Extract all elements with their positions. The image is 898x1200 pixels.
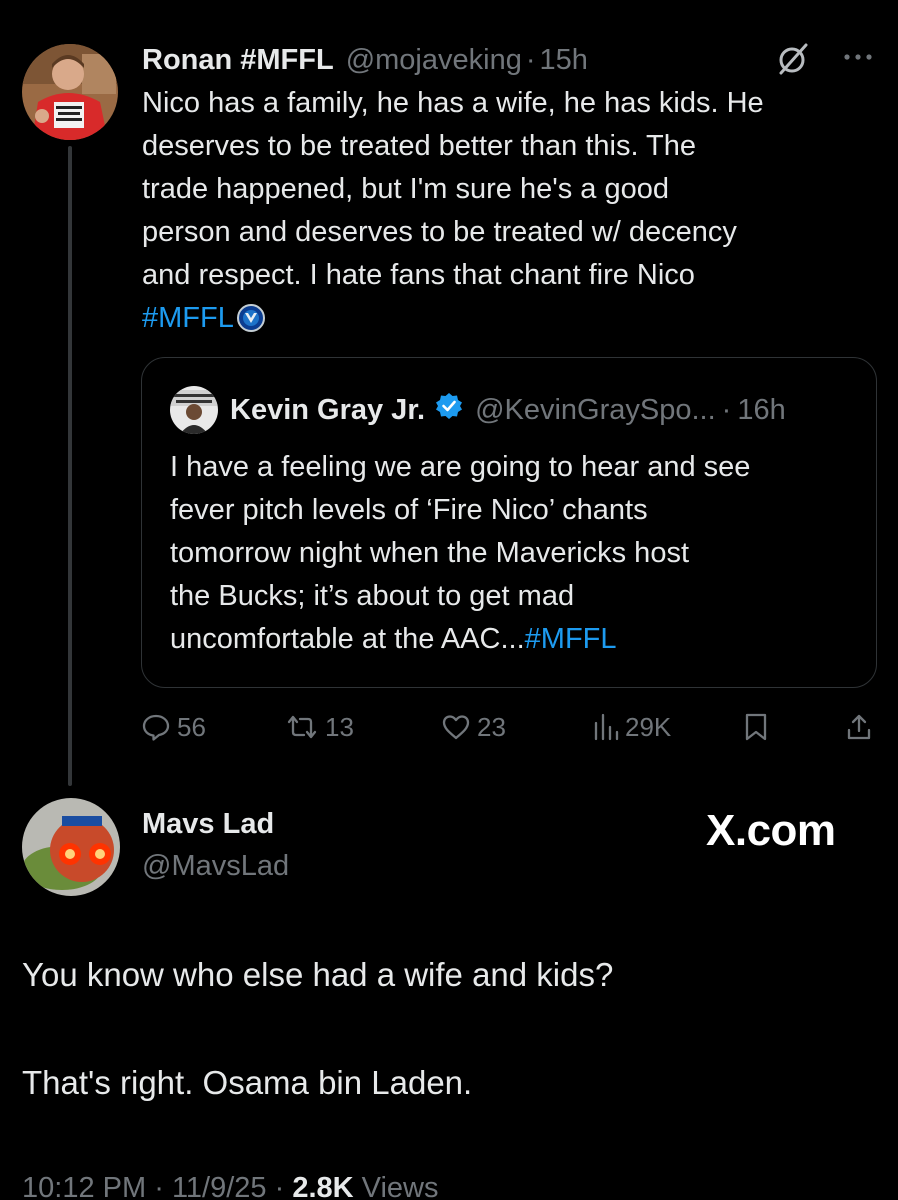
quoted-tweet-card[interactable]: Kevin Gray Jr. @KevinGraySpo... · 16h I … xyxy=(141,357,877,688)
reply-button[interactable]: 56 xyxy=(141,705,206,749)
x-com-watermark: X.com xyxy=(706,806,836,855)
reply-text-line-2: That's right. Osama bin Laden. xyxy=(22,1064,473,1101)
views-button[interactable]: 29K xyxy=(593,705,671,749)
verified-badge-icon xyxy=(435,392,463,428)
quoted-header-separator: · xyxy=(721,393,732,426)
quoted-text-line-4: the Bucks; it’s about to get mad xyxy=(170,580,575,612)
quoted-last-line-text: uncomfortable at the AAC... xyxy=(170,623,525,655)
views-count: 29K xyxy=(625,711,672,742)
quoted-text-line-1: I have a feeling we are going to hear an… xyxy=(170,451,751,483)
repost-button[interactable]: 13 xyxy=(285,705,354,749)
quoted-timestamp: 16h xyxy=(737,393,786,426)
analytics-icon xyxy=(593,712,619,742)
share-button[interactable] xyxy=(845,705,873,749)
quoted-text-line-2: fever pitch levels of ‘Fire Nico’ chants xyxy=(170,494,648,526)
reply-count: 56 xyxy=(177,711,206,742)
more-options-icon[interactable] xyxy=(842,40,874,82)
parent-hashtag-link[interactable]: #MFFL xyxy=(142,302,234,334)
reply-views-label: Views xyxy=(361,1172,439,1200)
quoted-author-handle: @KevinGraySpo... xyxy=(475,393,716,426)
parent-text-line-3: trade happened, but I'm sure he's a good xyxy=(142,173,669,205)
parent-text-line-4: person and deserves to be treated w/ dec… xyxy=(142,216,737,248)
mavericks-logo-icon xyxy=(236,303,266,346)
parent-tweet-text: Nico has a family, he has a wife, he has… xyxy=(142,82,882,346)
parent-header-separator: · xyxy=(525,43,536,76)
parent-text-line-5: and respect. I hate fans that chant fire… xyxy=(142,259,695,291)
ronan-avatar[interactable] xyxy=(22,44,118,140)
like-count: 23 xyxy=(477,711,506,742)
x-post-screenshot: Ronan #MFFL @mojaveking · 15h Nico has a… xyxy=(0,0,898,1200)
reply-icon xyxy=(141,712,171,742)
parent-tweet-header: Ronan #MFFL @mojaveking · 15h xyxy=(142,40,882,80)
reply-metadata: 10:12 PM · 11/9/25 · 2.8K Views xyxy=(22,1172,439,1200)
grok-icon[interactable] xyxy=(776,42,810,84)
reply-author-name[interactable]: Mavs Lad xyxy=(142,808,274,841)
quoted-tweet-header: Kevin Gray Jr. @KevinGraySpo... · 16h xyxy=(230,390,870,430)
parent-text-line-1: Nico has a family, he has a wife, he has… xyxy=(142,87,764,119)
parent-author-name[interactable]: Ronan #MFFL xyxy=(142,44,334,77)
quoted-tweet-text: I have a feeling we are going to hear an… xyxy=(170,446,870,661)
reply-date[interactable]: 11/9/25 xyxy=(172,1172,267,1200)
reply-text-line-1: You know who else had a wife and kids? xyxy=(22,956,614,993)
quoted-author-name: Kevin Gray Jr. xyxy=(230,393,426,426)
repost-icon xyxy=(285,712,319,742)
quoted-hashtag-link[interactable]: #MFFL xyxy=(525,623,617,655)
parent-text-line-2: deserves to be treated better than this.… xyxy=(142,130,697,162)
meta-separator-2: · xyxy=(274,1172,285,1200)
bookmark-icon xyxy=(743,712,769,742)
quoted-text-line-3: tomorrow night when the Mavericks host xyxy=(170,537,689,569)
mavs-lad-avatar[interactable] xyxy=(22,798,120,896)
reply-author-handle[interactable]: @MavsLad xyxy=(142,850,289,883)
bookmark-button[interactable] xyxy=(743,705,769,749)
quoted-text-line-5: uncomfortable at the AAC...#MFFL xyxy=(170,618,870,661)
thread-connector-line xyxy=(68,146,72,786)
kevin-gray-avatar xyxy=(170,386,218,434)
meta-separator-1: · xyxy=(154,1172,164,1200)
heart-icon xyxy=(441,712,471,742)
parent-timestamp[interactable]: 15h xyxy=(540,44,588,77)
parent-hashtag-line: #MFFL xyxy=(142,297,882,346)
share-icon xyxy=(845,712,873,742)
like-button[interactable]: 23 xyxy=(441,705,506,749)
reply-views-count: 2.8K xyxy=(292,1172,354,1200)
tweet-action-bar: 56 13 23 29K xyxy=(141,705,881,749)
parent-author-handle[interactable]: @mojaveking xyxy=(346,44,522,77)
reply-time[interactable]: 10:12 PM xyxy=(22,1172,146,1200)
repost-count: 13 xyxy=(325,711,354,742)
